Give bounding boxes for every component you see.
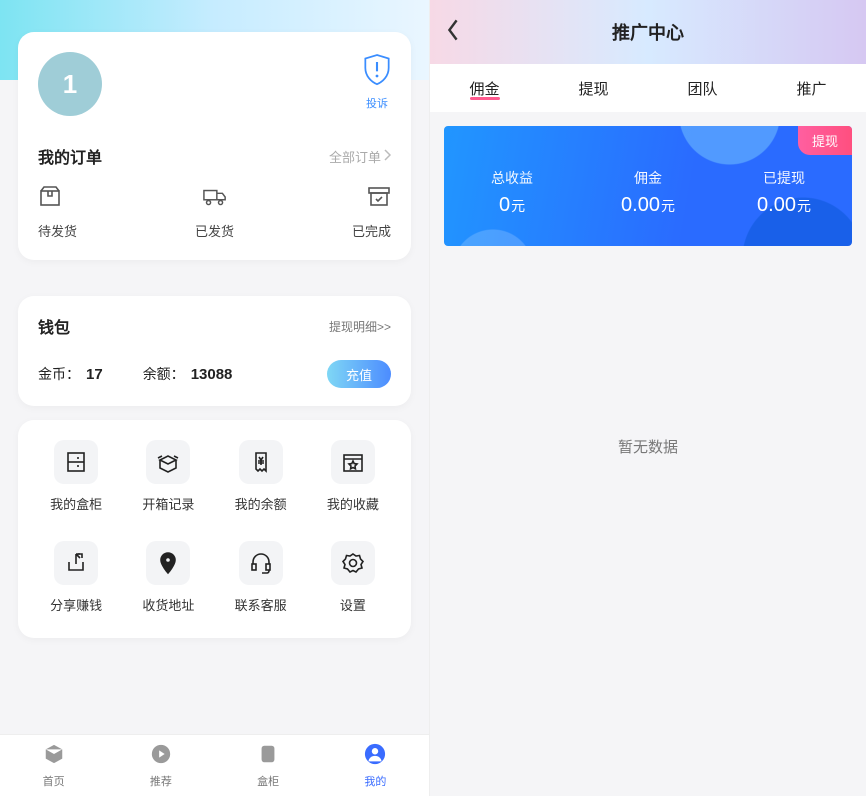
profile-orders-card: 1 投诉 我的订单 全部订单 待发货 <box>18 32 411 260</box>
grid-label: 分享赚钱 <box>50 595 102 614</box>
receipt-yen-icon <box>239 440 283 484</box>
stat-withdrawn: 已提现 0.00元 <box>716 168 852 217</box>
chevron-left-icon <box>444 29 462 46</box>
grid-label: 我的收藏 <box>327 494 379 513</box>
complaint-button[interactable]: 投诉 <box>363 52 391 111</box>
tab-withdraw[interactable]: 提现 <box>539 78 648 99</box>
order-label: 已完成 <box>352 221 391 240</box>
my-page-screen: 1 投诉 我的订单 全部订单 待发货 <box>0 0 430 796</box>
features-grid-card: 我的盒柜 开箱记录 我的余额 我的收藏 <box>18 420 411 638</box>
coin-display: 金币：17 <box>38 364 103 384</box>
user-icon <box>364 743 386 770</box>
grid-settings[interactable]: 设置 <box>309 541 397 614</box>
grid-my-balance[interactable]: 我的余额 <box>217 440 305 513</box>
archive-check-icon <box>367 186 391 213</box>
grid-label: 设置 <box>340 595 366 614</box>
home-box-icon <box>43 743 65 770</box>
grid-label: 开箱记录 <box>142 494 194 513</box>
chevron-right-icon <box>383 149 391 164</box>
balance-display: 余额：13088 <box>143 364 233 384</box>
withdraw-button[interactable]: 提现 <box>798 126 852 155</box>
tabbar-label: 推荐 <box>150 773 172 789</box>
tab-cabinet[interactable]: 盒柜 <box>215 743 322 789</box>
order-completed[interactable]: 已完成 <box>273 186 391 240</box>
tab-home[interactable]: 首页 <box>0 743 107 789</box>
grid-share-earn[interactable]: 分享赚钱 <box>32 541 120 614</box>
grid-contact-support[interactable]: 联系客服 <box>217 541 305 614</box>
order-label: 待发货 <box>38 221 77 240</box>
empty-state: 暂无数据 <box>430 436 866 457</box>
all-orders-link[interactable]: 全部订单 <box>329 147 391 166</box>
back-button[interactable] <box>444 18 462 47</box>
tabbar-label: 我的 <box>364 773 386 789</box>
grid-my-favorites[interactable]: 我的收藏 <box>309 440 397 513</box>
promotion-center-screen: 推广中心 佣金 提现 团队 推广 提现 总收益 0元 佣金 0.00元 已提现 … <box>430 0 866 796</box>
gear-icon <box>331 541 375 585</box>
grid-address[interactable]: 收货地址 <box>124 541 212 614</box>
grid-unbox-record[interactable]: 开箱记录 <box>124 440 212 513</box>
cabinet-tab-icon <box>257 743 279 770</box>
wallet-title: 钱包 <box>38 314 70 338</box>
location-pin-icon <box>146 541 190 585</box>
stat-commission: 佣金 0.00元 <box>580 168 716 217</box>
grid-label: 我的盒柜 <box>50 494 102 513</box>
grid-label: 我的余额 <box>235 494 287 513</box>
tab-promote[interactable]: 推广 <box>757 78 866 99</box>
tab-team[interactable]: 团队 <box>648 78 757 99</box>
share-icon <box>54 541 98 585</box>
truck-icon <box>203 186 227 213</box>
grid-my-cabinet[interactable]: 我的盒柜 <box>32 440 120 513</box>
earnings-banner: 提现 总收益 0元 佣金 0.00元 已提现 0.00元 <box>444 126 852 246</box>
right-header: 推广中心 <box>430 0 866 64</box>
order-pending-ship[interactable]: 待发货 <box>38 186 156 240</box>
tab-commission[interactable]: 佣金 <box>430 78 539 99</box>
package-open-icon <box>38 186 62 213</box>
stat-total-income: 总收益 0元 <box>444 168 580 217</box>
recharge-button[interactable]: 充值 <box>327 360 391 388</box>
grid-label: 收货地址 <box>142 595 194 614</box>
page-title: 推广中心 <box>612 19 684 45</box>
promotion-tabs: 佣金 提现 团队 推广 <box>430 64 866 112</box>
calendar-star-icon <box>331 440 375 484</box>
headset-icon <box>239 541 283 585</box>
open-box-icon <box>146 440 190 484</box>
shield-alert-icon <box>363 52 391 91</box>
complaint-label: 投诉 <box>366 95 388 111</box>
tabbar-label: 首页 <box>43 773 65 789</box>
cabinet-icon <box>54 440 98 484</box>
my-orders-title: 我的订单 <box>38 144 102 168</box>
order-shipped[interactable]: 已发货 <box>156 186 274 240</box>
bottom-tabbar: 首页 推荐 盒柜 我的 <box>0 734 429 796</box>
avatar[interactable]: 1 <box>38 52 102 116</box>
recommend-icon <box>150 743 172 770</box>
tab-mine[interactable]: 我的 <box>322 743 429 789</box>
withdraw-detail-link[interactable]: 提现明细>> <box>329 318 391 335</box>
grid-label: 联系客服 <box>235 595 287 614</box>
tab-recommend[interactable]: 推荐 <box>107 743 214 789</box>
wallet-card: 钱包 提现明细>> 金币：17 余额：13088 充值 <box>18 296 411 406</box>
tabbar-label: 盒柜 <box>257 773 279 789</box>
order-label: 已发货 <box>195 221 234 240</box>
